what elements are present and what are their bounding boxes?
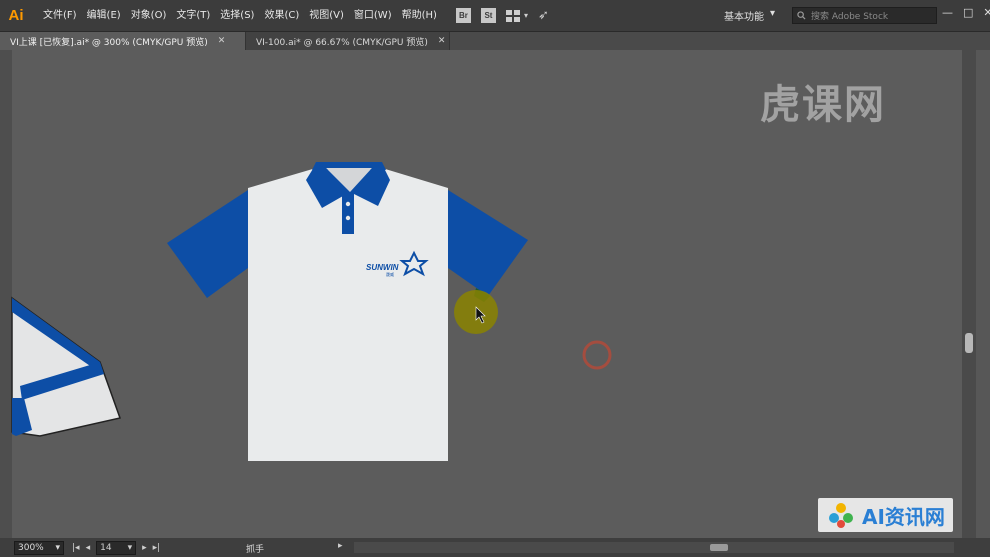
right-edge (976, 50, 990, 538)
zoom-select[interactable]: 300% ▾ (14, 540, 64, 555)
close-button[interactable]: ✕ (983, 6, 990, 19)
previous-artboard-icon[interactable]: ◂ (86, 543, 91, 553)
artboard-navigation: |◂ ◂ 14 ▾ ▸ ▸| (72, 540, 161, 555)
arrange-documents-icon[interactable] (505, 9, 520, 22)
maximize-button[interactable]: □ (963, 6, 973, 19)
menu-file[interactable]: 文件(F) (38, 0, 82, 32)
artboard-number-select[interactable]: 14 ▾ (96, 540, 137, 555)
stock-search-input[interactable]: 搜索 Adobe Stock (792, 7, 937, 24)
search-icon (797, 11, 806, 20)
gpu-performance-icon[interactable]: ➶ (538, 8, 549, 23)
search-placeholder: 搜索 Adobe Stock (811, 12, 889, 22)
tab-label: VI-100.ai* @ 66.67% (CMYK/GPU 预览) (256, 37, 428, 48)
scroll-thumb[interactable] (965, 333, 973, 353)
next-artboard-icon[interactable]: ▸ (142, 543, 147, 553)
menu-object[interactable]: 对象(O) (126, 0, 172, 32)
ai-news-logo-icon (829, 503, 853, 528)
click-indicator (582, 340, 612, 370)
chevron-down-icon[interactable]: ▾ (524, 11, 528, 20)
watermark-bottom-right: AI资讯网 (818, 498, 953, 532)
artboard-number: 14 (100, 542, 112, 553)
close-icon[interactable]: ✕ (438, 36, 446, 46)
tab-vi-100[interactable]: VI-100.ai* @ 66.67% (CMYK/GPU 预览) ✕ (246, 32, 450, 50)
status-menu-icon[interactable]: ▸ (338, 541, 343, 551)
status-bar: 300% ▾ |◂ ◂ 14 ▾ ▸ ▸| 抓手 ▸ (0, 538, 990, 557)
menubar-icons: Br St ▾ ➶ (455, 8, 549, 23)
menu-edit[interactable]: 编辑(E) (82, 0, 126, 32)
menu-help[interactable]: 帮助(H) (397, 0, 442, 32)
workspace-switcher[interactable]: 基本功能 ▾ (724, 8, 775, 23)
menu-type[interactable]: 文字(T) (171, 0, 215, 32)
window-controls: — □ ✕ (942, 6, 990, 19)
chevron-down-icon: ▾ (55, 542, 60, 553)
logo-subtext: 晟威 (386, 271, 394, 277)
watermark-top-right: 虎课网 (760, 82, 886, 128)
app-logo: Ai (8, 7, 24, 24)
vertical-scrollbar[interactable] (962, 50, 976, 538)
menu-bar: Ai 文件(F) 编辑(E) 对象(O) 文字(T) 选择(S) 效果(C) 视… (0, 0, 990, 32)
close-icon[interactable]: ✕ (218, 36, 226, 46)
workspace-label: 基本功能 (724, 12, 764, 23)
menu-effect[interactable]: 效果(C) (259, 0, 304, 32)
bridge-button[interactable]: Br (455, 8, 471, 23)
tab-vi-class[interactable]: VI上课 [已恢复].ai* @ 300% (CMYK/GPU 预览) ✕ (0, 32, 246, 50)
minimize-button[interactable]: — (942, 6, 953, 19)
last-artboard-icon[interactable]: ▸| (153, 543, 161, 553)
tab-label: VI上课 [已恢复].ai* @ 300% (CMYK/GPU 预览) (10, 37, 208, 48)
stock-button[interactable]: St (480, 8, 496, 23)
first-artboard-icon[interactable]: |◂ (72, 543, 80, 553)
horizontal-scrollbar[interactable] (354, 542, 954, 553)
menu-select[interactable]: 选择(S) (215, 0, 259, 32)
menu-items: 文件(F) 编辑(E) 对象(O) 文字(T) 选择(S) 效果(C) 视图(V… (38, 0, 442, 32)
chevron-down-icon: ▾ (127, 542, 133, 553)
current-tool-label: 抓手 (246, 545, 265, 555)
document-tabs: VI上课 [已恢复].ai* @ 300% (CMYK/GPU 预览) ✕ VI… (0, 32, 990, 50)
folded-shirt-artwork[interactable] (11, 296, 121, 437)
watermark-text: AI资讯网 (862, 504, 945, 529)
menu-view[interactable]: 视图(V) (304, 0, 349, 32)
menu-window[interactable]: 窗口(W) (349, 0, 397, 32)
chevron-down-icon: ▾ (770, 8, 776, 19)
illustrator-window: Ai 文件(F) 编辑(E) 对象(O) 文字(T) 选择(S) 效果(C) 视… (0, 0, 990, 557)
scroll-thumb[interactable] (710, 544, 728, 551)
artboard-canvas[interactable]: SUNWIN 晟威 虎课网 (0, 50, 962, 538)
zoom-value: 300% (18, 542, 44, 553)
logo-text: SUNWIN (366, 263, 399, 272)
